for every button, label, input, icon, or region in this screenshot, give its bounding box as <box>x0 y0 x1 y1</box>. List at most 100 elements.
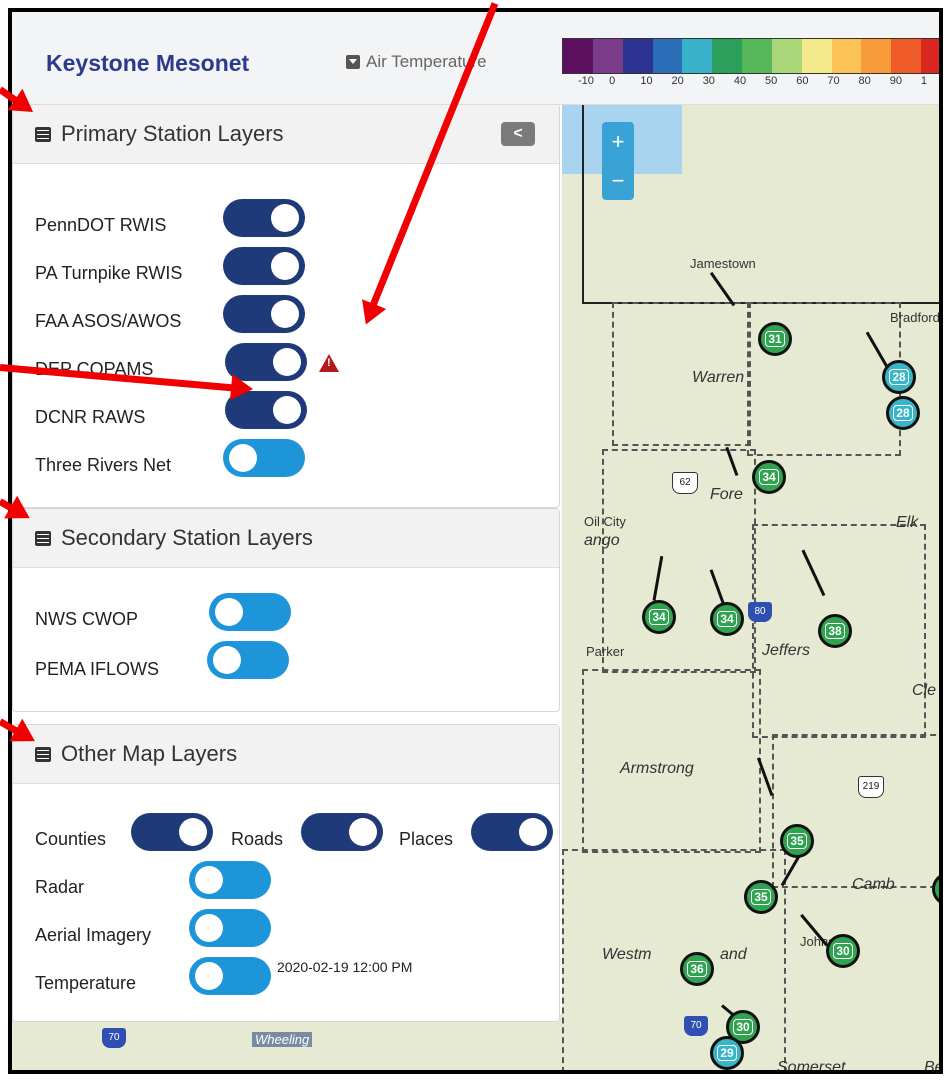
secondary-layers-header[interactable]: Secondary Station Layers <box>13 509 559 568</box>
interstate-shield: 80 <box>748 602 772 622</box>
map-label: Somerset <box>777 1059 846 1070</box>
station-marker[interactable]: 28 <box>886 396 920 430</box>
map-label: Elk <box>896 514 919 531</box>
station-marker[interactable]: 35 <box>744 880 778 914</box>
color-scale-bar <box>562 38 939 74</box>
map-label: Warren <box>692 369 745 386</box>
color-scale-label: 50 <box>765 75 778 87</box>
station-marker[interactable]: 28 <box>882 360 916 394</box>
toggle-places[interactable] <box>471 813 553 851</box>
layer-label-aerial: Aerial Imagery <box>35 925 152 945</box>
color-scale-label: 80 <box>858 75 871 87</box>
toggle-nws-cwop[interactable] <box>209 593 291 631</box>
temperature-color-scale: -10 0 10 20 30 40 50 60 70 80 90 1 <box>562 38 939 98</box>
color-scale-label: 40 <box>733 75 747 87</box>
state-boundary <box>582 104 939 304</box>
toggle-counties[interactable] <box>131 813 213 851</box>
layer-label-three-rivers: Three Rivers Net <box>35 455 172 475</box>
secondary-layers-panel: Secondary Station Layers NWS CWOP PEMA I… <box>12 508 560 712</box>
toggle-faa-asos[interactable] <box>223 295 305 333</box>
collapse-sidebar-button[interactable]: < <box>501 122 535 146</box>
toggle-penndot-rwis[interactable] <box>223 199 305 237</box>
station-marker[interactable]: 30 <box>826 934 860 968</box>
color-scale-swatch <box>831 39 862 73</box>
color-scale-label: 90 <box>889 75 902 87</box>
other-layers-title: Other Map Layers <box>61 741 238 766</box>
color-scale-label: 1 <box>920 75 928 87</box>
brand-title[interactable]: Keystone Mesonet <box>46 50 249 77</box>
map-label: Cle <box>912 682 937 699</box>
map-label: Jeffers <box>762 642 811 659</box>
route-shield: 62 <box>672 472 698 494</box>
other-layers-header[interactable]: Other Map Layers <box>13 725 559 784</box>
primary-layers-header[interactable]: Primary Station Layers < <box>13 105 559 164</box>
list-icon <box>35 126 51 142</box>
layer-label-dcnr: DCNR RAWS <box>35 407 146 427</box>
map-label: Jamestown <box>690 256 756 271</box>
layer-label-places: Places <box>399 829 454 849</box>
color-scale-swatch <box>682 39 713 73</box>
color-scale-swatch <box>891 39 922 73</box>
zoom-out-button[interactable]: − <box>602 161 634 200</box>
color-scale-label: 20 <box>671 75 684 87</box>
color-scale-label: 0 <box>609 75 616 87</box>
color-scale-swatch <box>771 39 802 73</box>
toggle-radar[interactable] <box>189 861 271 899</box>
map-label: Armstrong <box>620 760 694 777</box>
layer-label-counties: Counties <box>35 829 107 849</box>
map-view[interactable]: + − Jamestown Warren Bradford Fore Elk O… <box>562 104 939 1070</box>
station-marker[interactable]: 29 <box>710 1036 744 1070</box>
station-marker[interactable]: 31 <box>758 322 792 356</box>
toggle-pa-turnpike-rwis[interactable] <box>223 247 305 285</box>
layer-label-roads: Roads <box>231 829 284 849</box>
color-scale-swatch <box>921 39 939 73</box>
color-scale-swatch <box>801 39 832 73</box>
county-boundary <box>772 734 939 888</box>
list-icon <box>35 530 51 546</box>
map-label: Fore <box>710 486 743 503</box>
toggle-temperature[interactable] <box>189 957 271 995</box>
color-scale-label: 10 <box>640 75 653 87</box>
toggle-roads[interactable] <box>301 813 383 851</box>
station-marker[interactable]: 35 <box>780 824 814 858</box>
color-scale-swatch <box>742 39 772 73</box>
color-scale-swatch <box>652 39 683 73</box>
station-marker[interactable]: 34 <box>752 460 786 494</box>
map-view-lower[interactable]: 70 Wheeling <box>12 1014 562 1070</box>
map-label: Bradford <box>890 310 939 325</box>
temperature-timestamp: 2020-02-19 12:00 PM <box>277 959 413 975</box>
layer-label-turnpike: PA Turnpike RWIS <box>35 263 183 283</box>
station-marker[interactable]: 34 <box>642 600 676 634</box>
color-scale-swatch <box>622 39 653 73</box>
layer-label-radar: Radar <box>35 877 85 897</box>
layer-label-ifflows: PEMA IFLOWS <box>35 659 160 679</box>
zoom-in-button[interactable]: + <box>602 122 634 161</box>
color-scale-labels: -10 0 10 20 30 40 50 60 70 80 90 1 <box>562 75 939 87</box>
warning-icon[interactable] <box>319 354 339 372</box>
toggle-aerial-imagery[interactable] <box>189 909 271 947</box>
map-label: Camb <box>852 876 895 893</box>
primary-layers-title: Primary Station Layers <box>61 121 284 146</box>
map-label: Oil City <box>584 514 626 529</box>
secondary-layers-title: Secondary Station Layers <box>61 525 313 550</box>
toggle-pema-iflows[interactable] <box>207 641 289 679</box>
color-scale-swatch <box>563 39 593 73</box>
station-marker[interactable]: 34 <box>710 602 744 636</box>
layer-label-faa: FAA ASOS/AWOS <box>35 311 182 331</box>
color-scale-swatch <box>861 39 892 73</box>
layer-sidebar: Primary Station Layers < PennDOT RWIS PA… <box>12 104 562 1022</box>
color-scale-swatch <box>592 39 623 73</box>
color-scale-label: 70 <box>827 75 840 87</box>
zoom-control: + − <box>602 122 634 200</box>
toggle-three-rivers-net[interactable] <box>223 439 305 477</box>
color-scale-label: 30 <box>702 75 715 87</box>
layer-label-temperature: Temperature <box>35 973 137 993</box>
map-label: Wheeling <box>252 1032 313 1047</box>
map-label: and <box>720 946 747 963</box>
other-layers-panel: Other Map Layers Counties Roads Places R… <box>12 724 560 1022</box>
dropdown-icon <box>346 55 360 69</box>
station-marker[interactable]: 38 <box>818 614 852 648</box>
station-marker[interactable]: 36 <box>680 952 714 986</box>
map-label: Westm <box>602 946 652 963</box>
list-icon <box>35 746 51 762</box>
